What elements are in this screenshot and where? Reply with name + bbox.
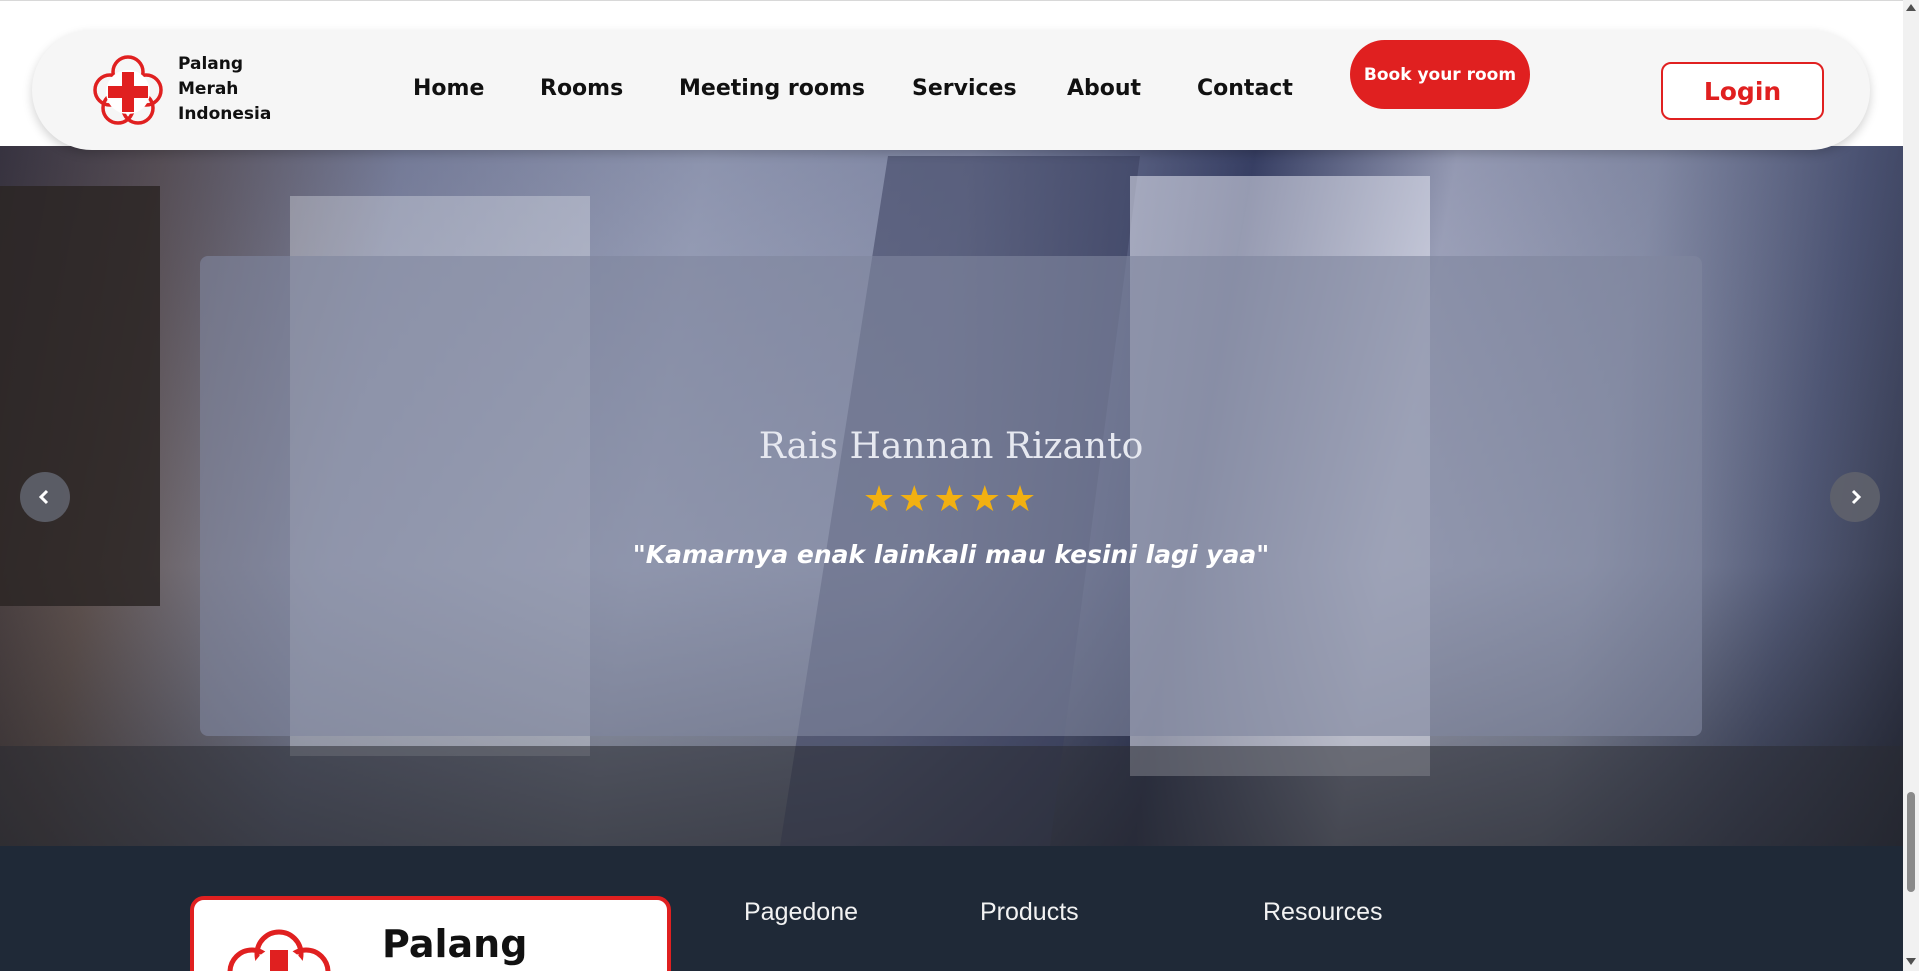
- hero-background-image: [0, 186, 160, 606]
- testimonial-card: Rais Hannan Rizanto ★★★★★ "Kamarnya enak…: [200, 256, 1702, 736]
- brand-name-line: Palang: [178, 54, 244, 74]
- nav-services[interactable]: Services: [912, 76, 1017, 101]
- nav-home[interactable]: Home: [413, 76, 484, 101]
- book-room-button[interactable]: Book your room: [1350, 40, 1530, 109]
- scroll-up-arrow-icon[interactable]: [1906, 4, 1916, 11]
- scrollbar-thumb[interactable]: [1907, 792, 1915, 892]
- testimonial-carousel: Rais Hannan Rizanto ★★★★★ "Kamarnya enak…: [0, 146, 1903, 846]
- chevron-right-icon: [1851, 489, 1862, 505]
- reviewer-name: Rais Hannan Rizanto: [758, 426, 1144, 467]
- red-cross-logo-icon: [227, 929, 331, 971]
- brand[interactable]: Palang Merah Indonesia: [92, 52, 288, 127]
- chevron-left-icon: [38, 489, 49, 505]
- brand-name-line: Merah: [178, 79, 239, 99]
- carousel-next-button[interactable]: [1830, 472, 1880, 522]
- brand-name-line: Indonesia: [178, 104, 272, 124]
- nav-about[interactable]: About: [1067, 76, 1141, 101]
- brand-name: Palang Merah Indonesia: [178, 52, 288, 127]
- nav-contact[interactable]: Contact: [1197, 76, 1293, 101]
- navbar: Palang Merah Indonesia Home Rooms Meetin…: [32, 30, 1870, 150]
- scroll-down-arrow-icon[interactable]: [1906, 958, 1916, 965]
- star-rating: ★★★★★: [862, 478, 1040, 519]
- footer-column-title: Pagedone: [744, 898, 859, 926]
- nav-rooms[interactable]: Rooms: [540, 76, 623, 101]
- footer-column-title: Resources: [1263, 898, 1383, 926]
- page: Palang Merah Indonesia Home Rooms Meetin…: [0, 0, 1919, 971]
- login-button[interactable]: Login: [1661, 62, 1824, 120]
- footer-column-title: Products: [980, 898, 1079, 926]
- footer-logo[interactable]: Palang: [190, 896, 671, 971]
- nav-meeting-rooms[interactable]: Meeting rooms: [679, 76, 865, 101]
- red-cross-logo-icon: [93, 54, 163, 125]
- footer: Palang Pagedone Products Resources: [0, 846, 1903, 971]
- footer-logo-text: Palang: [382, 922, 528, 966]
- page-scrollbar[interactable]: [1903, 0, 1919, 971]
- carousel-prev-button[interactable]: [20, 472, 70, 522]
- testimonial-quote: "Kamarnya enak lainkali mau kesini lagi …: [632, 540, 1270, 569]
- hero-background-image: [0, 746, 1903, 846]
